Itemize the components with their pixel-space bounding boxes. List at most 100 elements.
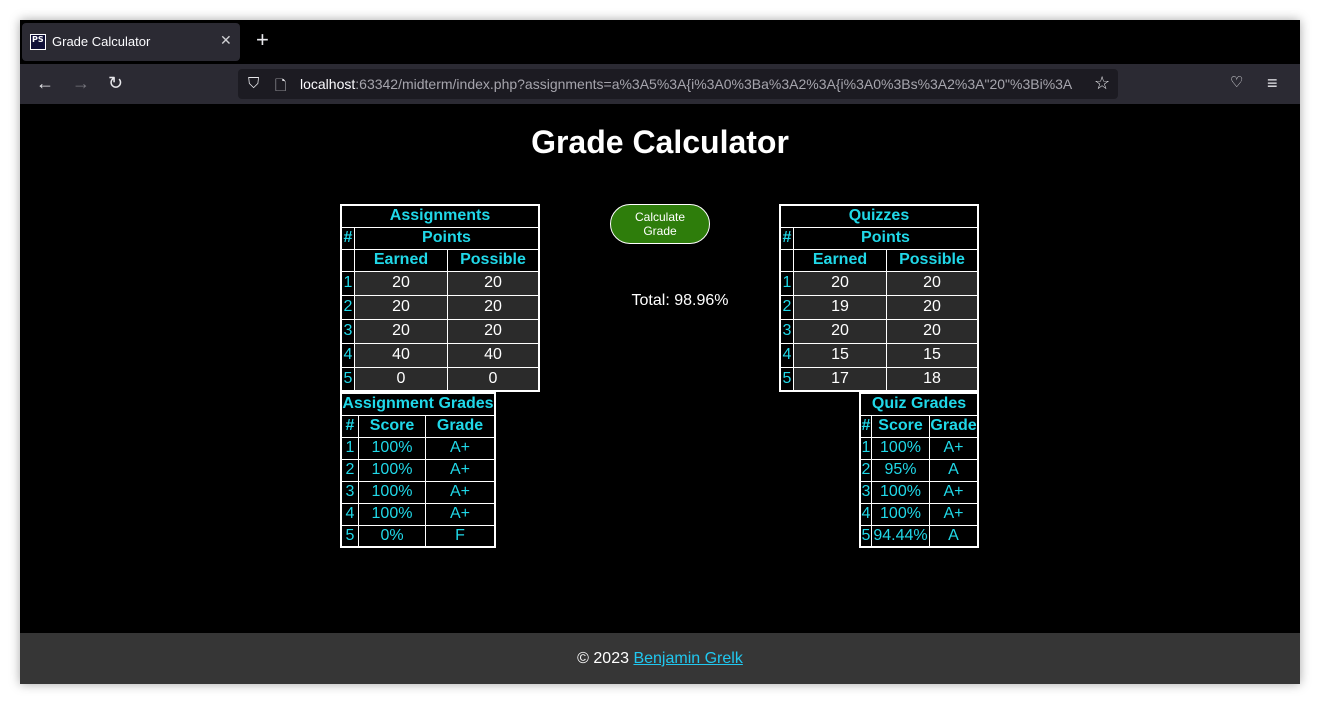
possible-input[interactable]: 20 bbox=[447, 270, 540, 296]
row-number: 5 bbox=[859, 524, 872, 548]
possible-input[interactable]: 0 bbox=[447, 366, 540, 392]
grade-cell: A+ bbox=[425, 436, 496, 460]
bookmark-star-icon[interactable]: ☆ bbox=[1094, 73, 1110, 94]
page-icon[interactable]: 🗋 bbox=[275, 75, 286, 99]
grade-cell: A bbox=[929, 458, 979, 482]
hash-header: # bbox=[859, 414, 872, 438]
score-cell: 100% bbox=[358, 458, 426, 482]
row-number: 1 bbox=[340, 436, 359, 460]
empty-header bbox=[340, 248, 355, 272]
menu-icon[interactable]: ≡ bbox=[1267, 74, 1278, 92]
table-row: 500 bbox=[340, 366, 540, 392]
possible-input[interactable]: 15 bbox=[886, 342, 979, 368]
quiz-grades-title: Quiz Grades bbox=[859, 392, 979, 416]
phpstorm-favicon-icon: PS bbox=[30, 34, 46, 50]
quizzes-title: Quizzes bbox=[779, 204, 979, 228]
possible-header: Possible bbox=[447, 248, 540, 272]
table-row: 2 95% A bbox=[859, 458, 979, 482]
possible-header: Possible bbox=[886, 248, 979, 272]
row-number: 4 bbox=[779, 342, 794, 368]
url-path: :63342/midterm/index.php?assignments=a%3… bbox=[355, 76, 1073, 92]
score-cell: 100% bbox=[871, 480, 930, 504]
pocket-icon[interactable]: ♡ bbox=[1230, 74, 1243, 92]
total-grade: Total: 98.96% bbox=[631, 292, 729, 309]
close-icon[interactable]: ✕ bbox=[220, 32, 232, 49]
browser-tab[interactable]: PS Grade Calculator ✕ bbox=[22, 23, 240, 61]
earned-header: Earned bbox=[793, 248, 887, 272]
browser-window: PS Grade Calculator ✕ + ← → ↻ ⛉ 🗋 localh… bbox=[20, 20, 1300, 684]
row-number: 2 bbox=[340, 294, 355, 320]
grade-cell: A+ bbox=[929, 480, 979, 504]
earned-input[interactable]: 20 bbox=[354, 270, 448, 296]
grade-header: Grade bbox=[929, 414, 979, 438]
url-bar[interactable]: ⛉ 🗋 localhost:63342/midterm/index.php?as… bbox=[238, 69, 1118, 99]
row-number: 4 bbox=[340, 342, 355, 368]
row-number: 3 bbox=[340, 480, 359, 504]
table-row: 2 100% A+ bbox=[340, 458, 496, 482]
row-number: 4 bbox=[859, 502, 872, 526]
navigation-bar: ← → ↻ ⛉ 🗋 localhost:63342/midterm/index.… bbox=[20, 64, 1300, 104]
score-header: Score bbox=[358, 414, 426, 438]
forward-icon[interactable]: → bbox=[72, 74, 90, 92]
table-row: 3 20 20 bbox=[779, 318, 979, 344]
table-row: 4 15 15 bbox=[779, 342, 979, 368]
points-header: Points bbox=[793, 226, 979, 250]
calculate-grade-button[interactable]: Calculate Grade bbox=[610, 204, 710, 244]
hash-header: # bbox=[340, 414, 359, 438]
earned-input[interactable]: 19 bbox=[793, 294, 887, 320]
grade-cell: A+ bbox=[425, 502, 496, 526]
grade-cell: A+ bbox=[425, 458, 496, 482]
possible-input[interactable]: 20 bbox=[447, 294, 540, 320]
possible-input[interactable]: 20 bbox=[886, 318, 979, 344]
back-icon[interactable]: ← bbox=[36, 74, 54, 92]
table-row: 4 40 40 bbox=[340, 342, 540, 368]
row-number: 1 bbox=[859, 436, 872, 460]
hash-header: # bbox=[340, 226, 355, 250]
earned-input[interactable]: 15 bbox=[793, 342, 887, 368]
row-number: 2 bbox=[779, 294, 794, 320]
assignment-grades-table: Assignment Grades # Score Grade 1 100% A+ 21… bbox=[340, 392, 496, 548]
copyright-text: © 2023 bbox=[577, 650, 634, 667]
page-content: Grade Calculator Assignments # Points Ear… bbox=[20, 104, 1300, 633]
possible-input[interactable]: 20 bbox=[447, 318, 540, 344]
table-row: 4 100% A+ bbox=[859, 502, 979, 526]
shield-icon[interactable]: ⛉ bbox=[248, 75, 259, 92]
grade-cell: F bbox=[425, 524, 496, 548]
earned-input[interactable]: 17 bbox=[793, 366, 887, 392]
earned-input[interactable]: 20 bbox=[793, 270, 887, 296]
row-number: 5 bbox=[779, 366, 794, 392]
url-text[interactable]: localhost:63342/midterm/index.php?assign… bbox=[300, 76, 1090, 92]
score-cell: 100% bbox=[871, 502, 930, 526]
reload-icon[interactable]: ↻ bbox=[108, 74, 123, 92]
table-row: 1 20 20 bbox=[779, 270, 979, 296]
grade-cell: A+ bbox=[929, 436, 979, 460]
possible-input[interactable]: 18 bbox=[886, 366, 979, 392]
earned-input[interactable]: 20 bbox=[793, 318, 887, 344]
table-row: 2 20 20 bbox=[340, 294, 540, 320]
earned-input[interactable]: 0 bbox=[354, 366, 448, 392]
table-row: 3 20 20 bbox=[340, 318, 540, 344]
earned-input[interactable]: 20 bbox=[354, 318, 448, 344]
tab-title: Grade Calculator bbox=[52, 34, 151, 49]
author-link[interactable]: Benjamin Grelk bbox=[633, 650, 742, 667]
score-cell: 100% bbox=[358, 480, 426, 504]
grade-cell: A+ bbox=[929, 502, 979, 526]
grade-cell: A+ bbox=[425, 480, 496, 504]
page-title: Grade Calculator bbox=[531, 124, 789, 160]
table-row: 2 19 20 bbox=[779, 294, 979, 320]
row-number: 3 bbox=[859, 480, 872, 504]
assignments-table: Assignments # Points Earned Possible 1 20 20… bbox=[340, 204, 540, 392]
possible-input[interactable]: 20 bbox=[886, 270, 979, 296]
new-tab-icon[interactable]: + bbox=[256, 29, 269, 51]
hash-header: # bbox=[779, 226, 794, 250]
url-host: localhost bbox=[300, 76, 356, 92]
score-cell: 95% bbox=[871, 458, 930, 482]
assignments-title: Assignments bbox=[340, 204, 540, 228]
earned-input[interactable]: 20 bbox=[354, 294, 448, 320]
row-number: 2 bbox=[859, 458, 872, 482]
possible-input[interactable]: 40 bbox=[447, 342, 540, 368]
earned-input[interactable]: 40 bbox=[354, 342, 448, 368]
quizzes-table: Quizzes # Points Earned Possible 1 20 20 2 19… bbox=[779, 204, 979, 392]
possible-input[interactable]: 20 bbox=[886, 294, 979, 320]
row-number: 3 bbox=[779, 318, 794, 344]
